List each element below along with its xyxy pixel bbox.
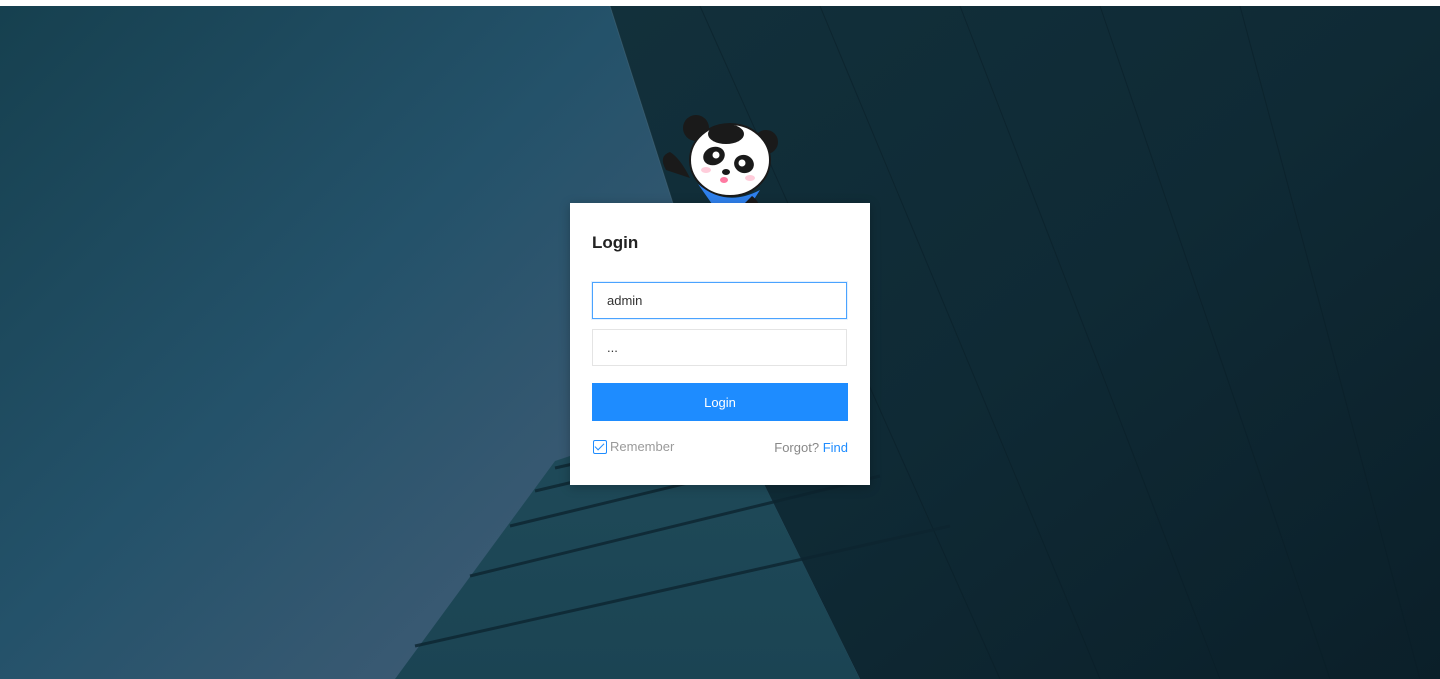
forgot-label: Forgot? [774,440,820,455]
login-card: Login Login Remember Forgot? Find [570,203,870,485]
login-title: Login [592,233,639,252]
remember-label: Remember [610,439,675,454]
remember-checkbox[interactable]: Remember [593,439,674,454]
checkbox-checked-icon[interactable] [593,439,607,454]
username-input[interactable] [592,282,847,319]
find-link[interactable]: Find [823,440,848,455]
login-page: Login Login Remember Forgot? Find [0,6,1440,679]
password-input[interactable] [592,329,847,366]
forgot-password: Forgot? Find [774,440,848,455]
login-button[interactable]: Login [592,383,848,421]
